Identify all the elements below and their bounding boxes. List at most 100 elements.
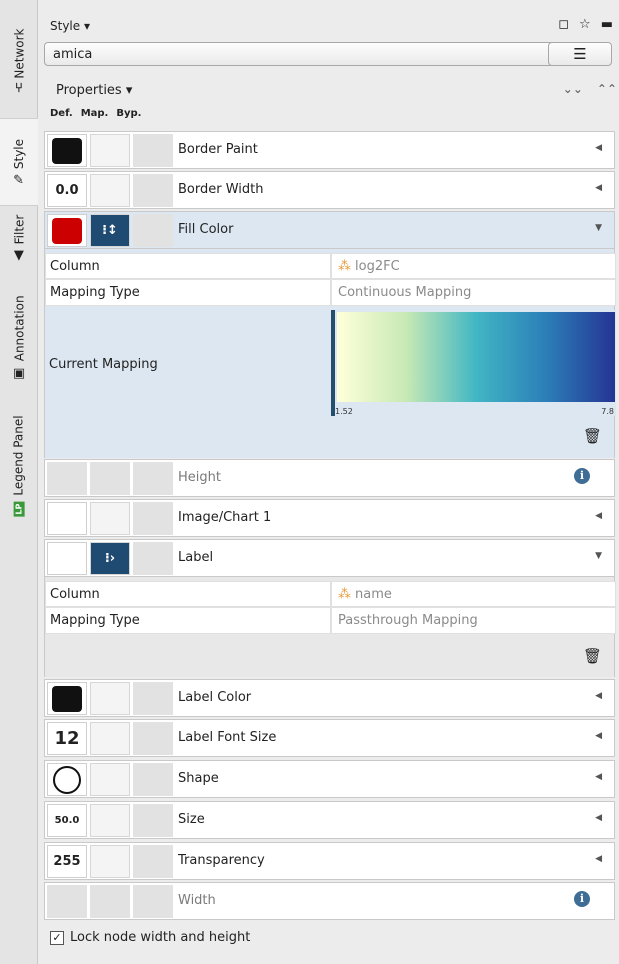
info-icon[interactable]: i (574, 468, 590, 484)
chevron-left-icon[interactable]: ◀ (595, 691, 602, 701)
properties-header: Properties ▾ ⌄⌄ ⌃⌃ (38, 78, 619, 102)
tab-annotation[interactable]: ▣ Annotation (0, 282, 38, 392)
trash-icon[interactable]: 🗑 (583, 647, 602, 665)
column-select[interactable]: ⁂ name (331, 581, 616, 607)
row-border-width[interactable]: 0.0 Border Width ◀ (44, 171, 615, 209)
bypass-cell[interactable] (133, 214, 173, 247)
style-select[interactable]: amica ▼ (44, 42, 576, 66)
default-cell[interactable]: 255 (47, 845, 87, 878)
pin-icon[interactable]: ☆ (579, 17, 591, 32)
column-icon: ⁂ (338, 586, 351, 602)
side-tab-strip: ⑂ Network ✎ Style ▼ Filter ▣ Annotation LP Le… (0, 0, 38, 964)
gradient-editor[interactable]: 1.52 7.8 (331, 310, 616, 416)
info-icon[interactable]: i (574, 891, 590, 907)
mapping-cell (90, 885, 130, 918)
col-map: Map. (80, 108, 109, 119)
chevron-down-icon[interactable]: ▼ (595, 223, 602, 233)
trash-icon[interactable]: 🗑 (583, 427, 602, 445)
properties-menu[interactable]: Properties ▾ (56, 83, 132, 98)
default-cell[interactable]: 0.0 (47, 174, 87, 207)
chevron-left-icon[interactable]: ◀ (595, 731, 602, 741)
default-cell[interactable]: 50.0 (47, 804, 87, 837)
chevron-left-icon[interactable]: ◀ (595, 772, 602, 782)
bypass-cell (133, 885, 173, 918)
mapping-cell[interactable] (90, 502, 130, 535)
default-cell[interactable]: 12 (47, 722, 87, 755)
column-select[interactable]: ⁂ log2FC (331, 253, 616, 279)
filter-icon: ▼ (14, 247, 24, 263)
mapping-type-select[interactable]: Continuous Mapping (331, 279, 616, 306)
mapping-type-select[interactable]: Passthrough Mapping (331, 607, 616, 634)
mapping-cell[interactable] (90, 804, 130, 837)
continuous-mapping-icon[interactable]: ⁝↕ (90, 214, 130, 247)
collapse-all-icon[interactable]: ⌃⌃ (597, 82, 617, 96)
style-panel: Style ▾ ◻ ☆ ▬ amica ▼ ☰ Properties ▾ ⌄⌄ … (38, 0, 619, 964)
network-icon: ⑂ (15, 80, 23, 96)
default-cell (47, 885, 87, 918)
row-size[interactable]: 50.0 Size ◀ (44, 801, 615, 839)
default-cell[interactable] (47, 502, 87, 535)
expand-all-icon[interactable]: ⌄⌄ (563, 82, 583, 96)
passthrough-mapping-icon[interactable]: ⁝› (90, 542, 130, 575)
mapping-cell[interactable] (90, 845, 130, 878)
legend-icon: LP (13, 501, 25, 517)
mapping-cell[interactable] (90, 763, 130, 796)
row-label[interactable]: ⁝› Label ▼ (44, 539, 615, 577)
mapping-type-row: Mapping Type Continuous Mapping (45, 279, 616, 306)
bypass-cell[interactable] (133, 682, 173, 715)
mapping-cell[interactable] (90, 134, 130, 167)
bypass-cell[interactable] (133, 502, 173, 535)
bypass-cell[interactable] (133, 845, 173, 878)
default-cell[interactable] (47, 763, 87, 796)
minimize-icon[interactable]: ▬ (601, 17, 613, 32)
mapping-cell[interactable] (90, 682, 130, 715)
chevron-left-icon[interactable]: ◀ (595, 183, 602, 193)
mapping-cell[interactable] (90, 722, 130, 755)
chevron-left-icon[interactable]: ◀ (595, 511, 602, 521)
mapping-cell[interactable] (90, 174, 130, 207)
color-swatch (52, 217, 82, 244)
color-swatch (52, 137, 82, 164)
row-border-paint[interactable]: Border Paint ◀ (44, 131, 615, 169)
tab-style[interactable]: ✎ Style (0, 118, 38, 206)
tab-network[interactable]: ⑂ Network (0, 10, 38, 110)
row-image-chart[interactable]: Image/Chart 1 ◀ (44, 499, 615, 537)
chevron-down-icon[interactable]: ▼ (595, 551, 602, 561)
fill-mapping-details: Column ⁂ log2FC Mapping Type Continuous M… (44, 249, 616, 458)
default-cell[interactable] (47, 542, 87, 575)
bypass-cell[interactable] (133, 542, 173, 575)
col-byp: Byp. (116, 108, 142, 119)
row-fill-color[interactable]: ⁝↕ Fill Color ▼ (44, 211, 615, 249)
color-swatch (52, 685, 82, 712)
bypass-cell[interactable] (133, 722, 173, 755)
chevron-left-icon[interactable]: ◀ (595, 143, 602, 153)
style-options-button[interactable]: ☰ (548, 42, 612, 66)
bypass-cell[interactable] (133, 763, 173, 796)
bypass-cell[interactable] (133, 134, 173, 167)
hamburger-icon: ☰ (573, 45, 587, 63)
column-icon: ⁂ (338, 258, 351, 274)
row-transparency[interactable]: 255 Transparency ◀ (44, 842, 615, 880)
default-cell[interactable] (47, 214, 87, 247)
mapping-column-row: Column ⁂ name (45, 581, 616, 607)
chevron-left-icon[interactable]: ◀ (595, 854, 602, 864)
chevron-left-icon[interactable]: ◀ (595, 813, 602, 823)
default-cell[interactable] (47, 134, 87, 167)
lock-size-checkbox[interactable]: ✓ Lock node width and height (50, 930, 250, 945)
panel-title-menu[interactable]: Style ▾ (50, 19, 90, 33)
default-cell (47, 462, 87, 495)
ellipse-shape-icon (53, 765, 81, 794)
col-def: Def. (50, 108, 73, 119)
row-width[interactable]: Width i (44, 882, 615, 920)
bypass-cell[interactable] (133, 804, 173, 837)
row-label-color[interactable]: Label Color ◀ (44, 679, 615, 717)
row-shape[interactable]: Shape ◀ (44, 760, 615, 798)
row-label-font-size[interactable]: 12 Label Font Size ◀ (44, 719, 615, 757)
tab-legend-panel[interactable]: LP Legend Panel (0, 400, 38, 532)
default-cell[interactable] (47, 682, 87, 715)
checkbox-checked-icon[interactable]: ✓ (50, 930, 64, 945)
tab-filter[interactable]: ▼ Filter (0, 206, 38, 268)
row-height[interactable]: Height i (44, 459, 615, 497)
float-window-icon[interactable]: ◻ (558, 17, 569, 32)
bypass-cell[interactable] (133, 174, 173, 207)
